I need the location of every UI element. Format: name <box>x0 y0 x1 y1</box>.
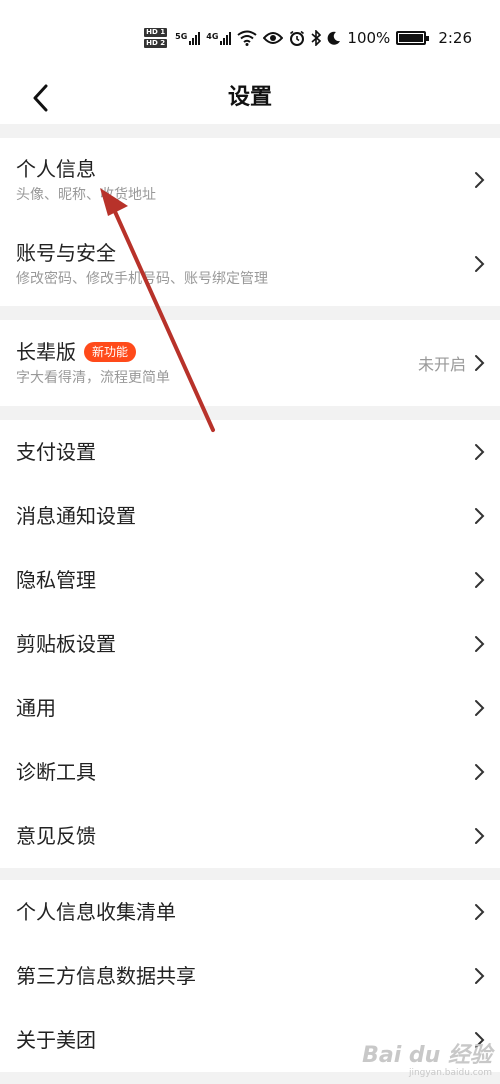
page-title: 设置 <box>227 85 272 110</box>
sim1-badge: HD 1 <box>144 28 168 37</box>
row-title: 账号与安全 <box>16 241 116 265</box>
payment-settings-row[interactable]: 支付设置 <box>0 420 500 484</box>
row-title: 诊断工具 <box>16 760 96 784</box>
row-title: 个人信息 <box>16 157 96 181</box>
eye-icon <box>263 32 284 44</box>
signal-5g-icon: 5G <box>175 31 201 45</box>
general-row[interactable]: 通用 <box>0 676 500 740</box>
clock-time: 2:26 <box>438 29 472 47</box>
nav-bar: 设置 <box>0 72 500 124</box>
wifi-icon <box>237 30 258 46</box>
net2-label: 4G <box>206 31 219 41</box>
row-title: 通用 <box>16 696 56 720</box>
chevron-right-icon <box>475 256 485 272</box>
row-title: 第三方信息数据共享 <box>16 964 196 988</box>
row-title: 长辈版 <box>16 340 76 364</box>
clipboard-settings-row[interactable]: 剪贴板设置 <box>0 612 500 676</box>
moon-icon <box>328 31 341 45</box>
chevron-right-icon <box>475 904 485 920</box>
baidu-watermark: Bai du 经验 jingyan.baidu.com <box>362 1043 492 1079</box>
status-bar: HD 1 HD 2 5G 4G 100% 2:26 <box>0 0 500 72</box>
chevron-right-icon <box>475 508 485 524</box>
chevron-right-icon <box>475 968 485 984</box>
row-subtitle: 字大看得清，流程更简单 <box>16 370 170 386</box>
alarm-icon <box>290 30 305 46</box>
watermark-sub: jingyan.baidu.com <box>408 1068 492 1078</box>
feedback-row[interactable]: 意见反馈 <box>0 804 500 868</box>
chevron-right-icon <box>475 764 485 780</box>
chevron-right-icon <box>475 572 485 588</box>
new-feature-badge: 新功能 <box>84 342 137 362</box>
net1-label: 5G <box>175 31 188 41</box>
sim2-badge: HD 2 <box>144 39 168 48</box>
chevron-right-icon <box>475 700 485 716</box>
row-subtitle: 修改密码、修改手机号码、账号绑定管理 <box>16 271 268 287</box>
elder-mode-row[interactable]: 长辈版 新功能 字大看得清，流程更简单 未开启 <box>0 320 500 406</box>
chevron-right-icon <box>475 636 485 652</box>
elder-mode-status: 未开启 <box>417 355 466 374</box>
status-icons: HD 1 HD 2 5G 4G 100% 2:26 <box>144 24 472 52</box>
watermark-main: Bai du 经验 <box>362 1043 492 1068</box>
row-title: 隐私管理 <box>16 568 96 592</box>
battery-percent: 100% <box>347 29 391 47</box>
privacy-management-row[interactable]: 隐私管理 <box>0 548 500 612</box>
diagnostic-tools-row[interactable]: 诊断工具 <box>0 740 500 804</box>
bluetooth-icon <box>311 30 322 46</box>
chevron-right-icon <box>475 355 485 371</box>
battery-icon <box>396 31 430 45</box>
account-security-row[interactable]: 账号与安全 修改密码、修改手机号码、账号绑定管理 <box>0 222 500 306</box>
notification-settings-row[interactable]: 消息通知设置 <box>0 484 500 548</box>
row-title: 支付设置 <box>16 440 96 464</box>
row-subtitle: 头像、昵称、收货地址 <box>16 187 156 203</box>
chevron-right-icon <box>475 172 485 188</box>
row-title: 消息通知设置 <box>16 504 136 528</box>
sim-indicators: HD 1 HD 2 <box>144 28 168 48</box>
account-group: 个人信息 头像、昵称、收货地址 账号与安全 修改密码、修改手机号码、账号绑定管理 <box>0 138 500 306</box>
row-title: 个人信息收集清单 <box>16 900 176 924</box>
row-title: 剪贴板设置 <box>16 632 116 656</box>
third-party-sharing-row[interactable]: 第三方信息数据共享 <box>0 944 500 1008</box>
chevron-right-icon <box>475 828 485 844</box>
chevron-right-icon <box>475 444 485 460</box>
elder-mode-group: 长辈版 新功能 字大看得清，流程更简单 未开启 <box>0 320 500 406</box>
general-group: 支付设置 消息通知设置 隐私管理 剪贴板设置 通用 诊断工具 意见反馈 <box>0 420 500 868</box>
battery-level <box>399 34 424 42</box>
row-title: 意见反馈 <box>16 824 96 848</box>
signal-4g-icon: 4G <box>206 31 232 45</box>
personal-info-list-row[interactable]: 个人信息收集清单 <box>0 880 500 944</box>
personal-info-row[interactable]: 个人信息 头像、昵称、收货地址 <box>0 138 500 222</box>
